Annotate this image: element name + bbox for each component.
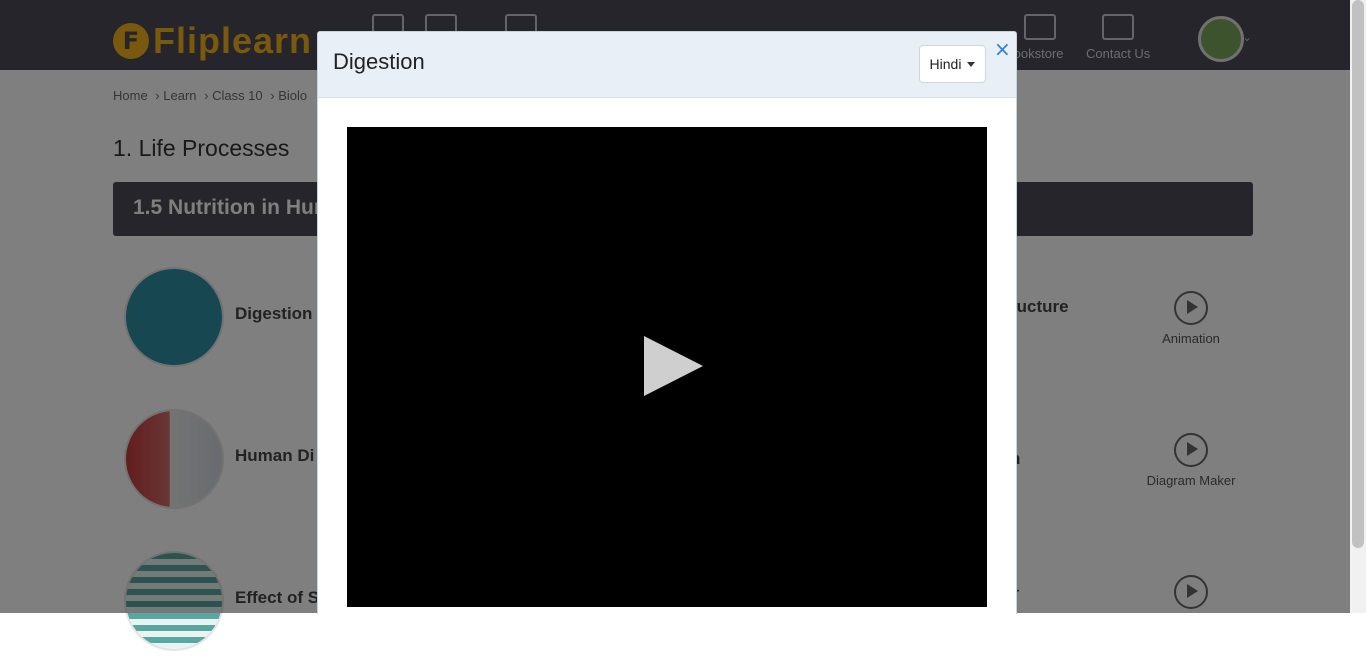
video-modal: Digestion Hindi × [317,31,1017,614]
scrollbar-thumb[interactable] [1352,0,1364,548]
caret-down-icon [967,61,976,67]
play-icon[interactable] [644,336,703,396]
modal-header: Digestion Hindi × [318,32,1016,98]
language-label: Hindi [929,56,962,72]
modal-title: Digestion [333,49,425,74]
video-player[interactable] [347,127,987,607]
language-dropdown[interactable]: Hindi [919,45,986,83]
close-icon[interactable]: × [994,37,1011,61]
